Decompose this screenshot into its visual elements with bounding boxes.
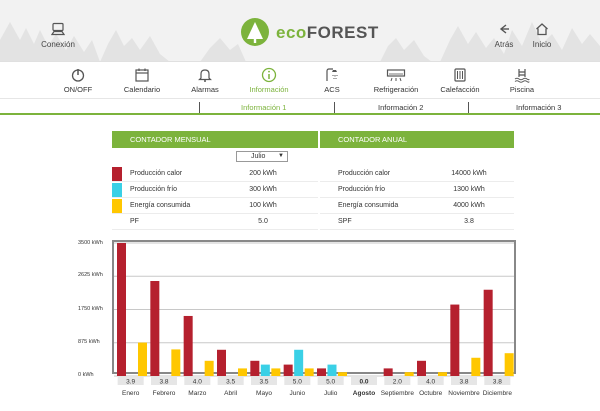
chart-bar xyxy=(238,368,247,376)
chart-bar xyxy=(260,364,270,376)
month-label: Agosto xyxy=(353,390,375,397)
pf-label: 5.0 xyxy=(326,379,335,386)
pf-label: 3.8 xyxy=(159,379,168,386)
month-label: Abril xyxy=(224,390,238,397)
chart-plot-area: 3.9 Enero 3.8 Febrero 4.0 Marzo 3.5 Abril 3.5 May… xyxy=(114,242,514,397)
chart-bar xyxy=(338,372,347,376)
month-label: Julio xyxy=(324,390,338,397)
month-label: Octubre xyxy=(419,390,443,397)
pf-label: 4.0 xyxy=(193,379,202,386)
pf-label: 3.8 xyxy=(459,379,468,386)
month-label: Mayo xyxy=(256,390,272,397)
chart-bar xyxy=(483,289,493,376)
month-label: Marzo xyxy=(188,390,206,397)
chart-bar xyxy=(250,360,260,376)
chart-bar xyxy=(438,372,447,376)
chart-bar xyxy=(283,364,293,376)
chart-bar xyxy=(471,357,481,376)
chart-bar xyxy=(304,368,314,376)
chart-bar xyxy=(294,349,304,376)
chart-bar xyxy=(171,349,181,376)
month-label: Noviembre xyxy=(448,390,480,397)
month-label: Enero xyxy=(122,390,140,397)
pf-label: 5.0 xyxy=(293,379,302,386)
chart-bar xyxy=(504,353,514,376)
pf-label: 2.0 xyxy=(393,379,402,386)
chart-bar xyxy=(117,243,126,376)
pf-label: 3.9 xyxy=(126,379,135,386)
pf-label: 4.0 xyxy=(426,379,435,386)
chart-bar xyxy=(450,304,460,376)
chart-bar xyxy=(217,349,226,376)
pf-label: 0.0 xyxy=(359,379,368,386)
month-label: Febrero xyxy=(153,390,176,397)
chart-bar xyxy=(317,368,326,376)
pf-label: 3.5 xyxy=(259,379,268,386)
chart-bar xyxy=(327,364,337,376)
chart-bar xyxy=(404,372,414,376)
month-label: Septiembre xyxy=(381,390,415,397)
chart-bar xyxy=(150,281,160,376)
chart-bar xyxy=(204,360,214,376)
chart-bar xyxy=(383,368,393,376)
month-label: Diciembre xyxy=(483,390,513,397)
chart-bar xyxy=(138,342,147,376)
pf-label: 3.5 xyxy=(226,379,235,386)
chart-bar xyxy=(417,360,426,376)
month-label: Junio xyxy=(290,390,306,397)
chart-bar xyxy=(183,315,193,376)
app-window: Conexión ecoFOREST Atrás Inicio ON/OFF C… xyxy=(0,0,600,411)
pf-label: 3.8 xyxy=(493,379,502,386)
chart-bar xyxy=(271,368,281,376)
